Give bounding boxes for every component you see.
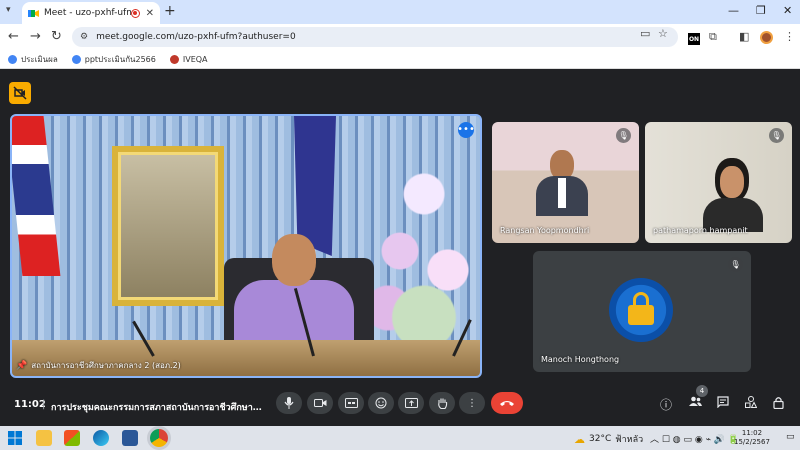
flower-arrangement (364, 156, 480, 346)
participant-tile-rangsan[interactable]: 🎙 Rangsan Yoopmondhri (492, 122, 639, 243)
chrome-icon[interactable] (150, 429, 168, 447)
url-text: meet.google.com/uzo-pxhf-ufm?authuser=0 (96, 32, 296, 42)
muted-mic-icon: 🎙 (728, 257, 743, 272)
browser-toolbar: ← → ↻ ⚙ meet.google.com/uzo-pxhf-ufm?aut… (0, 24, 800, 50)
participant-name: pathamaporn hampanit (653, 226, 748, 235)
bookmark-star-icon[interactable]: ☆ (658, 27, 668, 40)
participant-video (536, 150, 588, 216)
main-tile-label: 📌 สถาบันการอาชีวศึกษาภาคกลาง 2 (สอภ.2) (16, 360, 181, 371)
window-close-icon[interactable]: ✕ (783, 4, 792, 17)
more-options-button[interactable]: ⋮ (459, 392, 485, 414)
people-icon[interactable] (689, 396, 702, 410)
profile-avatar[interactable] (760, 31, 773, 44)
camera-in-use-icon[interactable]: ▭ (640, 27, 650, 40)
minimize-icon[interactable]: — (728, 4, 739, 17)
mail-icon[interactable] (122, 430, 138, 446)
forward-icon[interactable]: → (30, 29, 41, 44)
bookmark-item[interactable]: ประเมินผล (8, 53, 58, 66)
participant-tile-manoch[interactable]: 🎙 Manoch Hongthong (533, 251, 751, 372)
bookmark-favicon-icon (71, 54, 81, 64)
bookmark-favicon-icon (8, 54, 17, 64)
edge-icon[interactable] (93, 430, 109, 446)
microphone-button[interactable] (276, 392, 302, 414)
tab-meet[interactable]: Meet - uzo-pxhf-ufm ✕ (22, 2, 160, 24)
system-clock[interactable]: 11:02 15/2/2567 (734, 429, 770, 447)
recording-icon (130, 8, 140, 18)
back-icon[interactable]: ← (8, 29, 19, 44)
windows-taskbar: ☁ 32°C ฟ้าหลัว ︿ ☐ ◍ ▭ ◉ ⌁ 🔊 🔋 11:02 15/… (0, 426, 800, 450)
weather-widget[interactable]: ☁ 32°C ฟ้าหลัว (574, 432, 643, 446)
windows-start-icon[interactable] (8, 430, 24, 446)
file-explorer-icon[interactable] (36, 430, 52, 446)
bookmarks-bar: ประเมินผล pptประเมินกัน2566 IVEQA (0, 50, 800, 69)
meet-area: 📌 สถาบันการอาชีวศึกษาภาคกลาง 2 (สอภ.2) •… (0, 70, 800, 426)
main-video-tile[interactable]: 📌 สถาบันการอาชีวศึกษาภาคกลาง 2 (สอภ.2) •… (10, 114, 482, 378)
tab-close-icon[interactable]: ✕ (146, 8, 154, 19)
camera-button[interactable] (307, 392, 333, 414)
participant-name: Rangsan Yoopmondhri (500, 226, 590, 235)
host-controls-lock-icon[interactable] (773, 396, 784, 412)
divider: | (42, 399, 46, 410)
meeting-details-icon[interactable]: ⓘ (660, 396, 672, 413)
clock-time: 11:02 (741, 429, 763, 437)
new-tab-button[interactable]: + (164, 3, 176, 19)
meeting-title: การประชุมคณะกรรมการสภาสถาบันการอาชีวศึกษ… (51, 403, 263, 413)
tab-title: Meet - uzo-pxhf-ufm (44, 8, 131, 18)
chat-icon[interactable] (717, 396, 729, 411)
bookmark-favicon-icon (169, 54, 179, 64)
avatar (609, 278, 673, 342)
bookmark-item[interactable]: pptประเมินกัน2566 (71, 53, 156, 66)
padlock-icon (628, 292, 654, 325)
side-panel-icon[interactable]: ◧ (739, 30, 749, 43)
system-tray-icons[interactable]: ︿ ☐ ◍ ▭ ◉ ⌁ 🔊 🔋 (650, 432, 739, 445)
tile-more-options-button[interactable]: ••• (457, 122, 475, 138)
host-controls-icon[interactable] (9, 82, 31, 104)
site-info-icon[interactable]: ⚙ (80, 32, 88, 42)
royal-portrait (112, 146, 224, 306)
tab-search-icon[interactable]: ▾ (6, 5, 11, 15)
store-icon[interactable] (64, 430, 80, 446)
muted-mic-icon: 🎙 (769, 128, 784, 143)
reload-icon[interactable]: ↻ (51, 29, 62, 44)
activities-icon[interactable] (745, 396, 758, 411)
meet-favicon-icon (28, 8, 39, 19)
extension-on-icon[interactable]: ON (688, 33, 700, 45)
participant-video (703, 158, 763, 232)
restore-icon[interactable]: ❐ (756, 4, 766, 17)
clock-date: 15/2/2567 (734, 438, 770, 446)
participant-name: Manoch Hongthong (541, 355, 620, 364)
extensions-icon[interactable]: ⧉ (709, 30, 717, 44)
leave-call-button[interactable] (491, 392, 523, 414)
pin-icon: 📌 (16, 360, 28, 371)
temperature: 32°C (589, 434, 612, 444)
captions-button[interactable] (338, 392, 364, 414)
address-bar[interactable]: ⚙ meet.google.com/uzo-pxhf-ufm?authuser=… (72, 27, 678, 47)
bookmark-item[interactable]: IVEQA (169, 54, 208, 64)
browser-menu-icon[interactable]: ⋮ (784, 30, 795, 43)
tab-strip: ▾ Meet - uzo-pxhf-ufm ✕ + — ❐ ✕ (0, 0, 800, 24)
reactions-button[interactable] (368, 392, 394, 414)
participant-tile-pathamaporn[interactable]: 🎙 pathamaporn hampanit (645, 122, 792, 243)
raise-hand-button[interactable] (429, 392, 455, 414)
present-screen-button[interactable] (398, 392, 424, 414)
notification-icon[interactable]: ▭ (786, 432, 795, 442)
muted-mic-icon: 🎙 (616, 128, 631, 143)
weather-icon: ☁ (574, 432, 585, 446)
weather-text: ฟ้าหลัว (615, 435, 644, 445)
